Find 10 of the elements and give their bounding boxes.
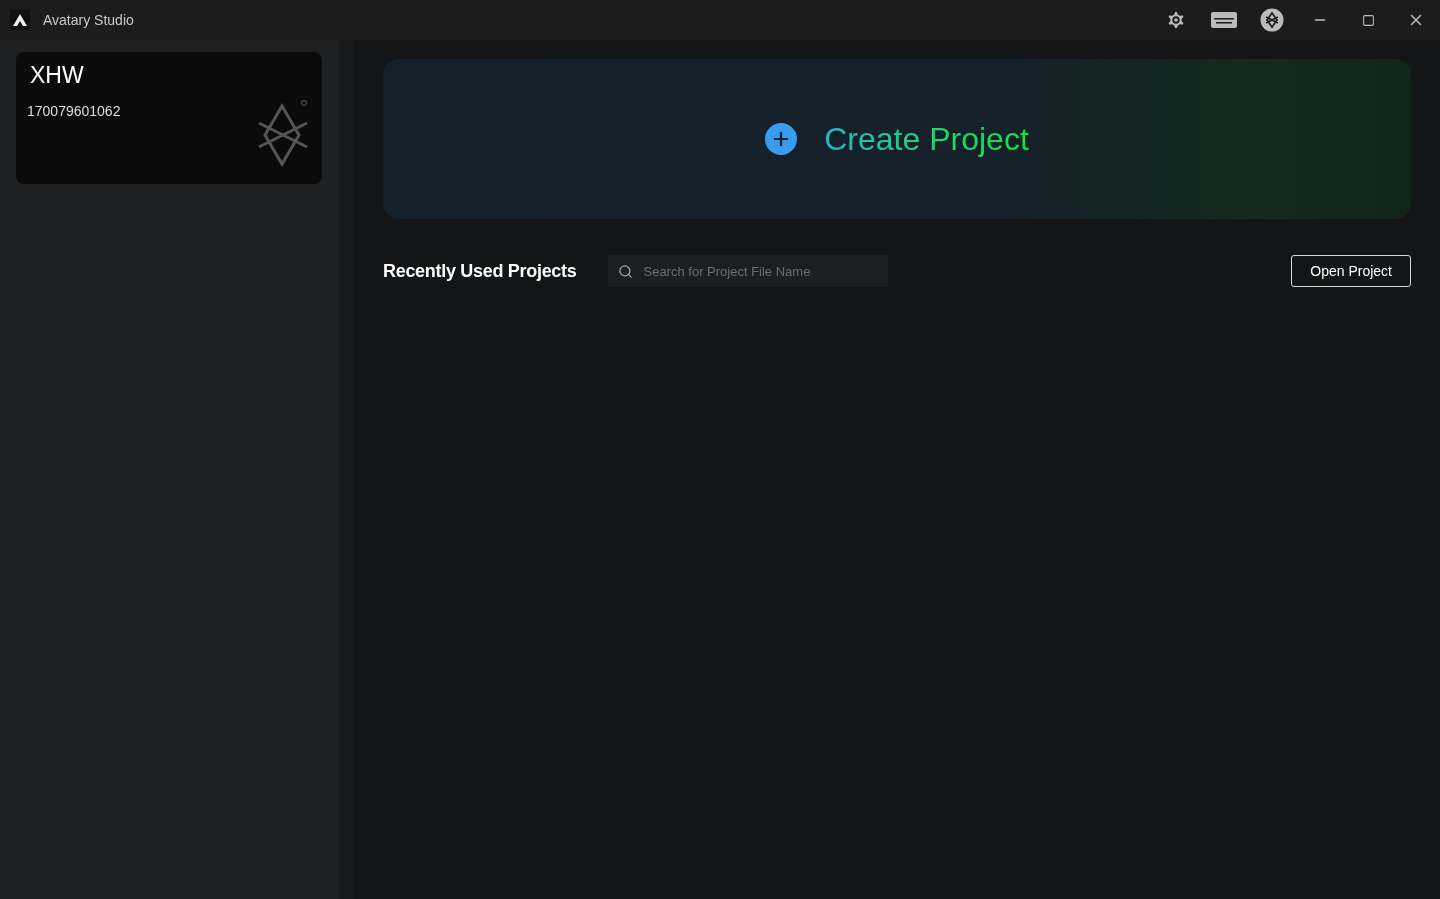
app-logo-icon [10,10,30,30]
window-title: Avatary Studio [43,12,135,28]
create-project-banner[interactable]: Create Project [383,59,1411,219]
account-id: 170079601062 [27,103,121,119]
search-field[interactable]: Search for Project File Name [608,255,889,287]
open-project-button[interactable]: Open Project [1291,255,1411,287]
section-title: Recently Used Projects [383,260,577,282]
search-icon [618,264,634,279]
account-name: XHW [29,62,85,89]
plus-icon [765,123,798,155]
